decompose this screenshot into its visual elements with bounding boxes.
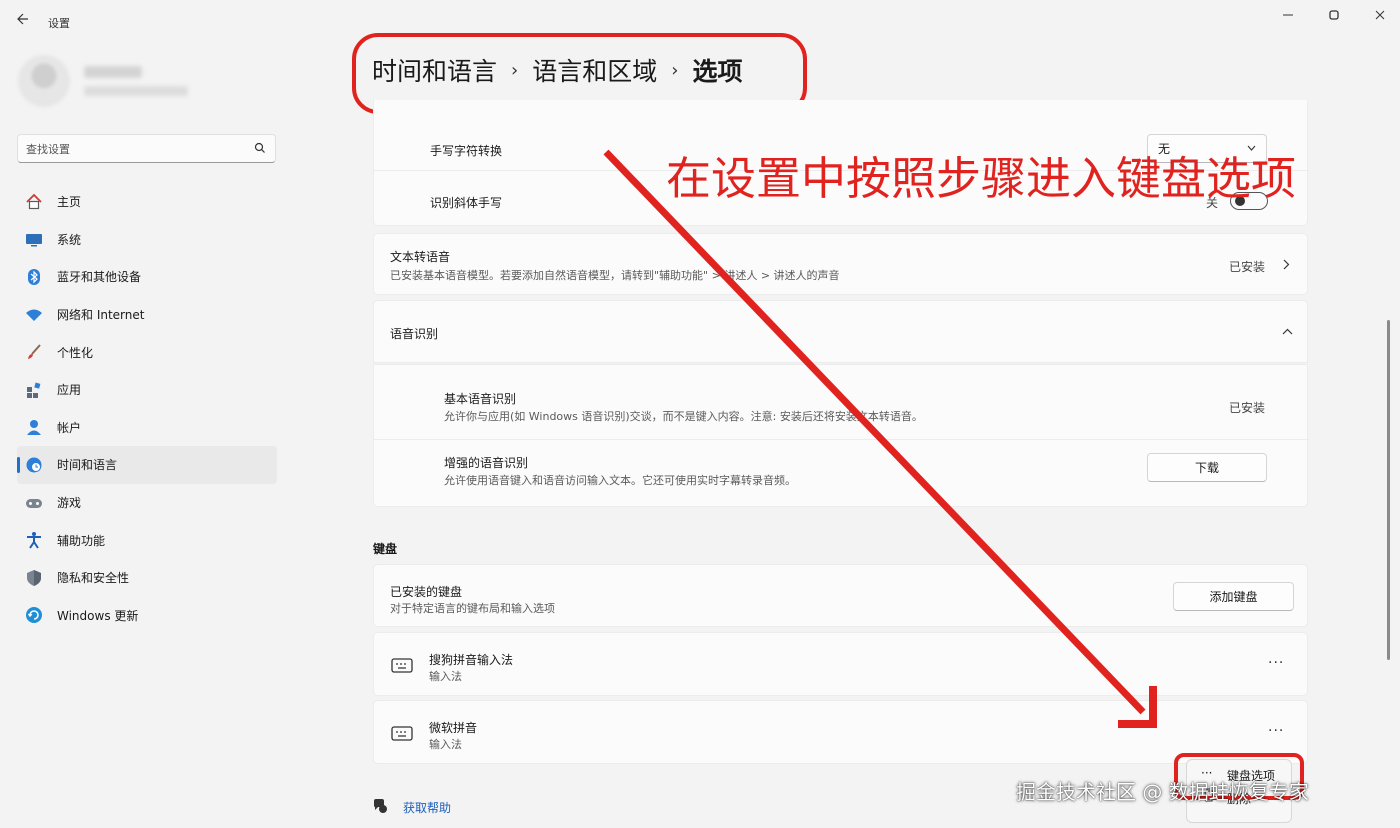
system-icon [25, 230, 43, 248]
add-keyboard-button[interactable]: 添加键盘 [1173, 582, 1294, 611]
apps-icon [25, 381, 43, 399]
home-icon [25, 193, 43, 211]
sidebar-item-system[interactable]: 系统 [17, 221, 277, 259]
installed-keyboards-card: 已安装的键盘 对于特定语言的键布局和输入选项 添加键盘 [373, 564, 1308, 627]
shield-icon [25, 569, 43, 587]
minimize-icon [1283, 14, 1293, 16]
more-options-button[interactable]: ··· [1268, 723, 1284, 739]
maximize-button[interactable] [1324, 8, 1344, 24]
installed-keyboards-title: 已安装的键盘 [390, 585, 463, 599]
keyboard-item: 搜狗拼音输入法 输入法 ··· [373, 632, 1308, 696]
installed-keyboards-subtitle: 对于特定语言的键布局和输入选项 [390, 602, 555, 615]
keyboard-section-title: 键盘 [373, 542, 398, 556]
sidebar-item-label: 个性化 [57, 345, 94, 360]
search-icon[interactable] [254, 142, 266, 154]
basic-speech-subtitle: 允许你与应用(如 Windows 语音识别)交谈，而不是键入内容。注意: 安装后… [444, 410, 923, 423]
sidebar-item-label: 网络和 Internet [57, 308, 145, 323]
arrow-left-icon [17, 13, 28, 25]
basic-speech-title: 基本语音识别 [444, 392, 517, 406]
sidebar-item-label: 隐私和安全性 [57, 571, 130, 586]
sidebar-item-gaming[interactable]: 游戏 [17, 484, 277, 522]
tts-status: 已安装 [1229, 260, 1266, 274]
sidebar-nav: 主页 系统 蓝牙和其他设备 网络和 Internet 个性化 应用 帐户 时间和… [17, 183, 277, 634]
sidebar-item-network[interactable]: 网络和 Internet [17, 296, 277, 334]
minimize-button[interactable] [1278, 8, 1298, 24]
scrollbar[interactable] [1387, 320, 1390, 660]
get-help-link[interactable]: 获取帮助 [403, 799, 451, 816]
sidebar-item-label: 主页 [57, 195, 82, 210]
sidebar-item-label: 系统 [57, 232, 82, 247]
keyboard-item-title: 微软拼音 [429, 721, 478, 735]
globe-clock-icon [25, 456, 43, 474]
keyboard-item-subtitle: 输入法 [429, 738, 462, 751]
back-button[interactable] [14, 12, 32, 30]
sidebar-item-home[interactable]: 主页 [17, 183, 277, 221]
sidebar-item-apps[interactable]: 应用 [17, 371, 277, 409]
tts-title: 文本转语音 [390, 250, 451, 264]
close-button[interactable] [1370, 8, 1390, 24]
sidebar-item-personalization[interactable]: 个性化 [17, 333, 277, 371]
sidebar-item-time-language[interactable]: 时间和语言 [17, 446, 277, 484]
chevron-up-icon[interactable] [1282, 328, 1293, 335]
sidebar-item-label: 帐户 [57, 420, 82, 435]
keyboard-item-title: 搜狗拼音输入法 [429, 653, 514, 667]
keyboard-item-subtitle: 输入法 [429, 670, 462, 683]
app-title: 设置 [48, 17, 70, 30]
speech-title: 语音识别 [390, 327, 439, 341]
brush-icon [25, 343, 43, 361]
speech-header-card[interactable]: 语音识别 [373, 300, 1308, 363]
bluetooth-icon [25, 268, 43, 286]
profile-name-blurred [84, 66, 142, 78]
close-icon [1375, 10, 1385, 20]
accessibility-icon [25, 531, 43, 549]
search-input[interactable] [26, 140, 246, 158]
sidebar-item-accounts[interactable]: 帐户 [17, 409, 277, 447]
enhanced-speech-subtitle: 允许使用语音键入和语音访问输入文本。它还可使用实时字幕转录音频。 [444, 474, 796, 487]
sidebar-item-label: 时间和语言 [57, 458, 118, 473]
chevron-right-icon [1283, 259, 1290, 270]
gamepad-icon [25, 494, 43, 512]
sidebar-item-label: Windows 更新 [57, 608, 139, 623]
more-options-button[interactable]: ··· [1268, 655, 1284, 671]
divider [374, 439, 1309, 440]
download-button[interactable]: 下载 [1147, 453, 1267, 482]
sidebar-item-label: 游戏 [57, 496, 82, 511]
tts-card[interactable]: 文本转语音 已安装基本语音模型。若要添加自然语音模型，请转到"辅助功能" > 讲… [373, 233, 1308, 295]
update-icon [25, 606, 43, 624]
wifi-icon [25, 306, 43, 324]
basic-speech-status: 已安装 [1229, 401, 1266, 415]
keyboard-icon [391, 658, 413, 673]
keyboard-icon [391, 726, 413, 741]
avatar[interactable] [18, 55, 70, 107]
sidebar-item-privacy[interactable]: 隐私和安全性 [17, 559, 277, 597]
sidebar-item-bluetooth[interactable]: 蓝牙和其他设备 [17, 258, 277, 296]
annotation-text: 在设置中按照步骤进入键盘选项 [666, 152, 1297, 205]
sidebar-item-label: 应用 [57, 383, 82, 398]
sidebar-item-label: 蓝牙和其他设备 [57, 270, 142, 285]
sidebar-item-accessibility[interactable]: 辅助功能 [17, 521, 277, 559]
enhanced-speech-title: 增强的语音识别 [444, 456, 529, 470]
profile-email-blurred [84, 86, 188, 96]
sidebar-item-label: 辅助功能 [57, 533, 106, 548]
account-icon [25, 418, 43, 436]
help-chat-icon [374, 799, 387, 813]
italic-handwriting-label: 识别斜体手写 [430, 196, 503, 210]
search-box[interactable] [17, 134, 276, 163]
sidebar-item-windows-update[interactable]: Windows 更新 [17, 597, 277, 635]
keyboard-item: 微软拼音 输入法 ··· [373, 700, 1308, 764]
char-convert-label: 手写字符转换 [430, 144, 503, 158]
tts-subtitle: 已安装基本语音模型。若要添加自然语音模型，请转到"辅助功能" > 讲述人 > 讲… [390, 269, 840, 282]
watermark: 掘金技术社区 @ 数据蛙恢复专家 [1016, 780, 1309, 804]
restore-icon [1329, 10, 1339, 20]
speech-body-card: 基本语音识别 允许你与应用(如 Windows 语音识别)交谈，而不是键入内容。… [373, 364, 1309, 507]
